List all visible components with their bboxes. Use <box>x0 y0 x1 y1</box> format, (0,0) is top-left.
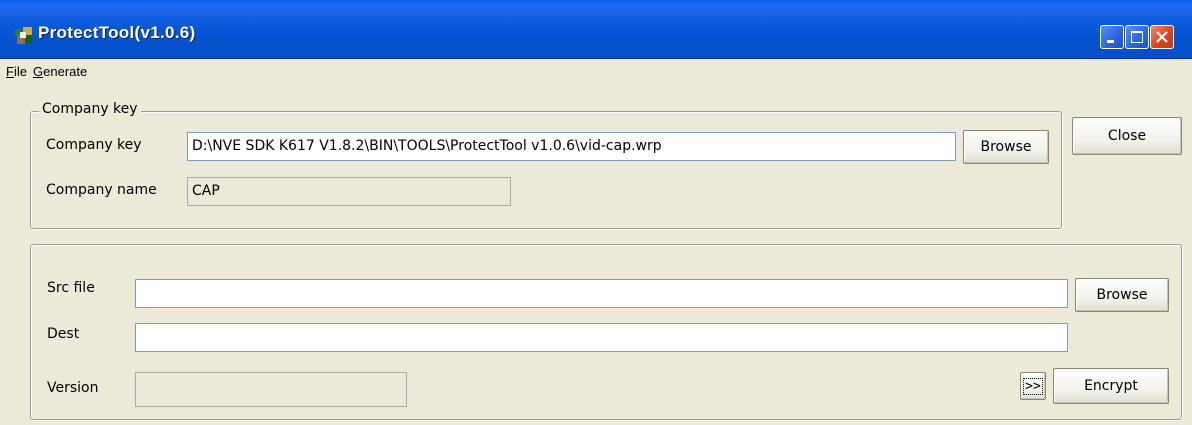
menu-file[interactable]: File <box>6 64 27 79</box>
encrypt-button[interactable]: Encrypt <box>1053 368 1169 404</box>
company-name-label: Company name <box>46 182 157 198</box>
minimize-icon <box>1107 40 1114 43</box>
maximize-icon <box>1131 31 1143 43</box>
menu-file-accel: F <box>6 64 14 79</box>
close-button[interactable]: Close <box>1072 117 1182 155</box>
src-file-field[interactable] <box>135 279 1068 308</box>
menu-file-rest: ile <box>13 64 27 79</box>
close-window-button[interactable] <box>1150 25 1174 49</box>
company-key-field[interactable]: D:\NVE SDK K617 V1.8.2\BIN\TOOLS\Protect… <box>187 132 956 161</box>
src-file-label: Src file <box>47 280 95 296</box>
close-icon <box>1156 31 1168 43</box>
dest-label: Dest <box>47 326 80 342</box>
menu-generate-rest: enerate <box>43 64 88 79</box>
window-title: ProtectTool(v1.0.6) <box>38 23 196 42</box>
minimize-button[interactable] <box>1100 25 1124 49</box>
company-key-label: Company key <box>46 137 142 153</box>
app-icon <box>15 27 32 44</box>
more-options-label: >> <box>1023 377 1043 395</box>
company-key-browse-button[interactable]: Browse <box>963 130 1049 164</box>
src-file-browse-button[interactable]: Browse <box>1075 278 1169 312</box>
more-options-button[interactable]: >> <box>1020 372 1046 400</box>
menu-generate[interactable]: Generate <box>33 64 87 79</box>
company-key-group-legend: Company key <box>39 101 141 117</box>
menu-generate-accel: G <box>33 64 44 79</box>
version-label: Version <box>47 380 99 396</box>
company-key-group <box>30 111 1062 229</box>
maximize-button[interactable] <box>1125 25 1149 49</box>
company-name-field[interactable]: CAP <box>187 177 511 206</box>
menu-bar: File Generate <box>0 59 1192 83</box>
dest-field[interactable] <box>135 323 1068 352</box>
title-bar[interactable]: ProtectTool(v1.0.6) <box>0 0 1192 59</box>
version-field[interactable] <box>135 372 407 407</box>
